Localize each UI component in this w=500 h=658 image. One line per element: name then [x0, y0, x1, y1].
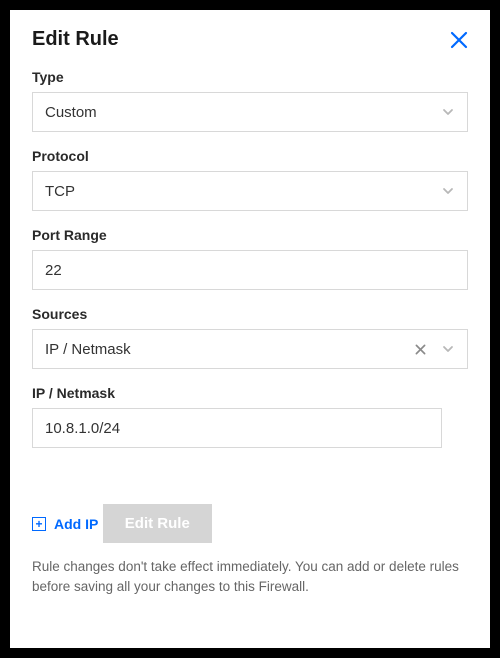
add-ip-button[interactable]: + Add IP	[32, 516, 98, 532]
protocol-value: TCP	[45, 183, 441, 200]
chevron-down-icon	[441, 184, 455, 198]
plus-icon: +	[32, 517, 46, 531]
clear-icon[interactable]	[413, 342, 427, 356]
protocol-field: Protocol TCP	[32, 148, 468, 211]
note-text: Rule changes don't take effect immediate…	[32, 557, 468, 596]
edit-rule-submit-button[interactable]: Edit Rule	[103, 504, 212, 543]
type-value: Custom	[45, 104, 441, 121]
port-range-label: Port Range	[32, 227, 468, 243]
ip-netmask-input[interactable]	[32, 408, 442, 448]
ip-netmask-field: IP / Netmask	[32, 385, 468, 448]
chevron-down-icon	[441, 342, 455, 356]
protocol-select[interactable]: TCP	[32, 171, 468, 211]
add-ip-label: Add IP	[54, 516, 98, 532]
type-label: Type	[32, 69, 468, 85]
ip-netmask-label: IP / Netmask	[32, 385, 468, 401]
close-icon[interactable]	[450, 31, 468, 49]
panel-header: Edit Rule	[32, 28, 468, 51]
sources-label: Sources	[32, 306, 468, 322]
sources-field: Sources IP / Netmask	[32, 306, 468, 369]
port-range-input[interactable]	[32, 250, 468, 290]
panel-title: Edit Rule	[32, 28, 119, 51]
sources-value: IP / Netmask	[45, 341, 413, 358]
sources-select[interactable]: IP / Netmask	[32, 329, 468, 369]
type-field: Type Custom	[32, 69, 468, 132]
protocol-label: Protocol	[32, 148, 468, 164]
edit-rule-panel: Edit Rule Type Custom Protocol TCP Port …	[10, 10, 490, 648]
port-range-field: Port Range	[32, 227, 468, 290]
chevron-down-icon	[441, 105, 455, 119]
type-select[interactable]: Custom	[32, 92, 468, 132]
